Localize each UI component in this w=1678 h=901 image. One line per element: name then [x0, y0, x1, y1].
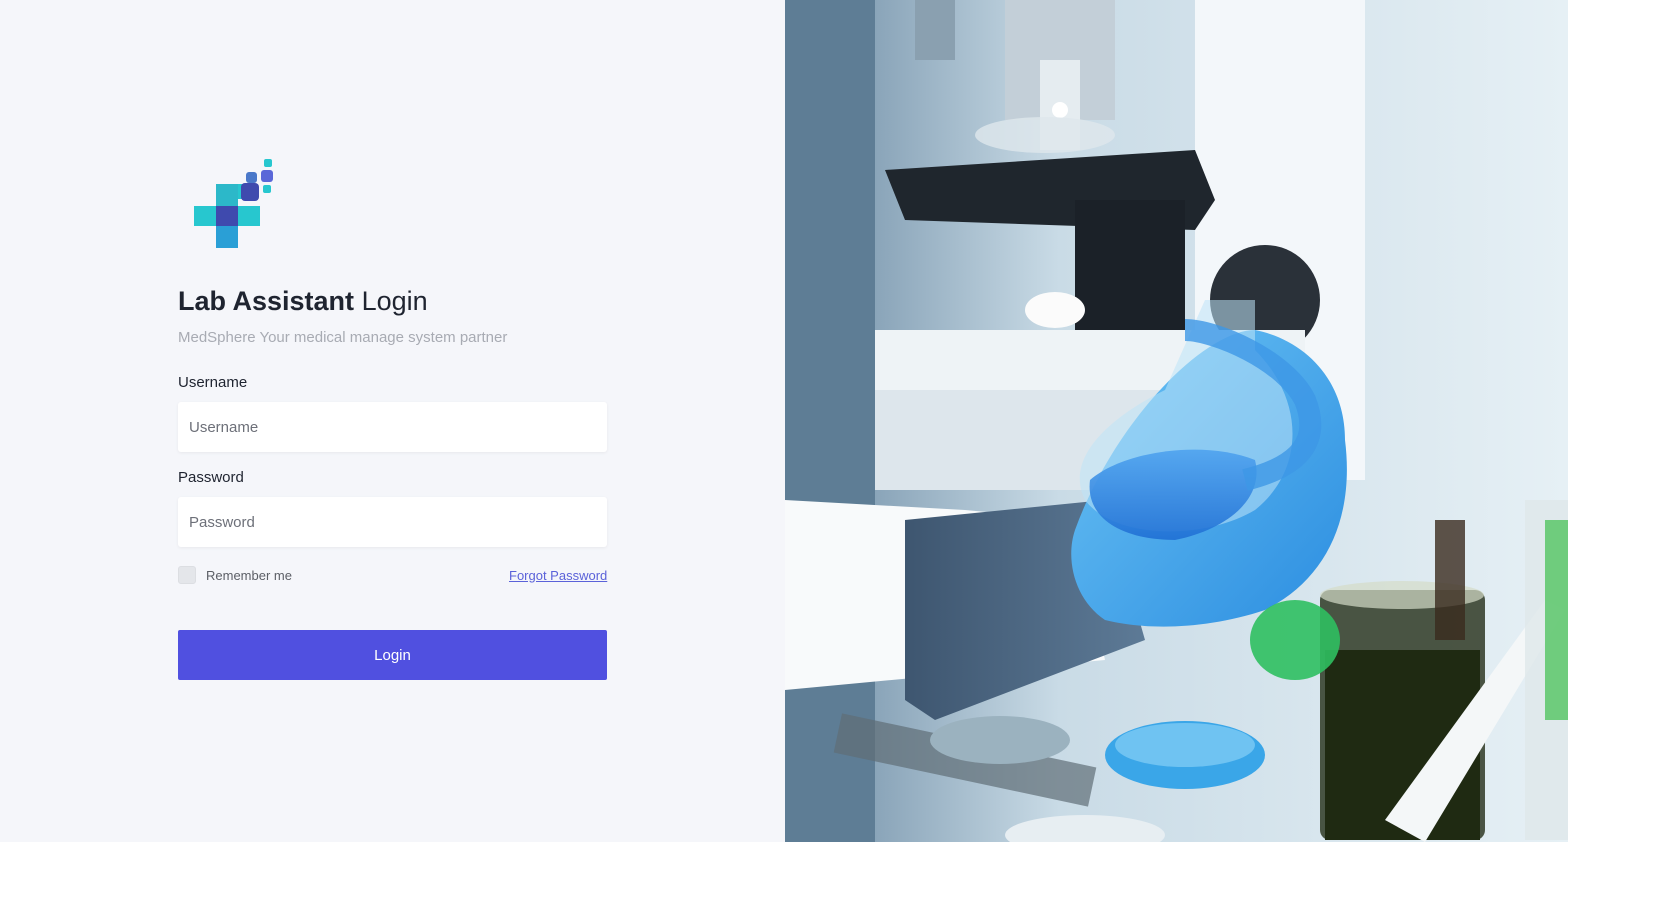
page-subtitle: MedSphere Your medical manage system par…: [178, 329, 508, 346]
remember-me-option[interactable]: Remember me: [178, 566, 292, 584]
password-input[interactable]: [178, 497, 607, 547]
username-label: Username: [178, 374, 248, 391]
title-action: Login: [361, 286, 428, 316]
medical-cross-logo-icon: [193, 158, 275, 250]
username-input[interactable]: [178, 402, 607, 452]
remember-me-label: Remember me: [206, 567, 292, 583]
lab-scientist-with-flask-image: [785, 0, 1568, 842]
login-button[interactable]: Login: [178, 630, 607, 680]
title-role: Lab Assistant: [178, 286, 355, 316]
forgot-password-link[interactable]: Forgot Password: [509, 568, 607, 583]
login-panel: Lab Assistant Login MedSphere Your medic…: [0, 0, 785, 842]
remember-me-checkbox[interactable]: [178, 566, 196, 584]
page-title: Lab Assistant Login: [178, 286, 428, 317]
page-background-strip: [1568, 0, 1678, 842]
page-footer-area: [0, 842, 1678, 901]
password-label: Password: [178, 469, 244, 486]
